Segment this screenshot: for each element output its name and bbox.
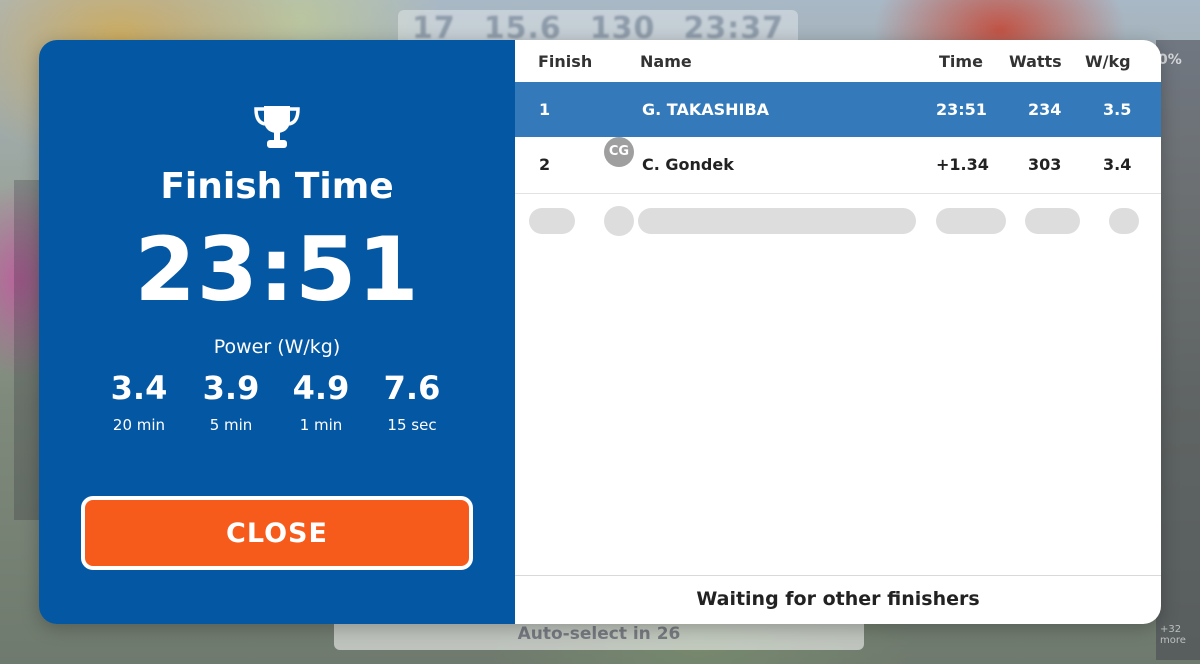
column-wkg: W/kg <box>1085 52 1131 71</box>
close-button[interactable]: CLOSE <box>81 496 473 570</box>
row-name: G. TAKASHIBA <box>642 100 770 119</box>
trophy-icon <box>254 106 300 148</box>
avatar: CG <box>604 137 634 167</box>
results-table-panel: Finish Name Time Watts W/kg 1 G. TAKASHI… <box>515 40 1161 624</box>
results-dialog: Finish Time 23:51 Power (W/kg) 3.4 20 mi… <box>39 40 1161 624</box>
power-stats: 3.4 20 min 3.9 5 min 4.9 1 min 7.6 15 se… <box>93 368 463 438</box>
power-stat-5min: 3.9 5 min <box>185 368 277 434</box>
finish-summary-panel: Finish Time 23:51 Power (W/kg) 3.4 20 mi… <box>39 40 515 624</box>
auto-select-bar: Auto-select in 26 <box>334 622 864 650</box>
table-header: Finish Name Time Watts W/kg <box>515 40 1161 82</box>
waiting-status: Waiting for other finishers <box>515 575 1161 624</box>
right-side-panel: 0% +32 more <box>1156 40 1200 660</box>
power-value: 3.4 <box>110 369 168 407</box>
left-side-panel <box>14 180 40 520</box>
row-time: 23:51 <box>936 100 987 119</box>
power-duration: 15 sec <box>387 416 437 434</box>
row-position: 1 <box>539 100 551 119</box>
finish-time-label: Finish Time <box>160 166 394 207</box>
table-row-current-rider[interactable]: 1 G. TAKASHIBA 23:51 234 3.5 <box>515 82 1161 137</box>
table-row[interactable]: 2 CG C. Gondek +1.34 303 3.4 <box>515 137 1161 194</box>
power-value: 7.6 <box>383 369 441 407</box>
power-label: Power (W/kg) <box>213 336 341 358</box>
power-stat-15sec: 7.6 15 sec <box>366 368 458 434</box>
row-watts: 303 <box>1028 155 1062 174</box>
finish-time-value: 23:51 <box>134 218 420 321</box>
right-progress-text: 0% <box>1158 52 1182 68</box>
column-finish: Finish <box>538 52 593 71</box>
power-value: 3.9 <box>202 369 260 407</box>
row-position: 2 <box>539 155 551 174</box>
row-watts: 234 <box>1028 100 1062 119</box>
loading-placeholder-watts <box>1025 208 1080 234</box>
column-watts: Watts <box>1009 52 1062 71</box>
row-name: C. Gondek <box>642 155 734 174</box>
loading-placeholder-position <box>529 208 575 234</box>
power-stat-1min: 4.9 1 min <box>275 368 367 434</box>
column-name: Name <box>640 52 692 71</box>
right-more-text: +32 more <box>1160 624 1186 646</box>
power-duration: 20 min <box>112 416 166 434</box>
row-time: +1.34 <box>936 155 989 174</box>
loading-placeholder-name <box>638 208 916 234</box>
power-value: 4.9 <box>292 369 350 407</box>
loading-placeholder-wkg <box>1109 208 1139 234</box>
loading-placeholder-avatar <box>604 206 634 236</box>
column-time: Time <box>939 52 983 71</box>
row-wkg: 3.4 <box>1103 155 1132 174</box>
power-duration: 5 min <box>209 416 253 434</box>
row-wkg: 3.5 <box>1103 100 1132 119</box>
power-duration: 1 min <box>299 416 343 434</box>
loading-placeholder-time <box>936 208 1006 234</box>
power-stat-20min: 3.4 20 min <box>93 368 185 434</box>
